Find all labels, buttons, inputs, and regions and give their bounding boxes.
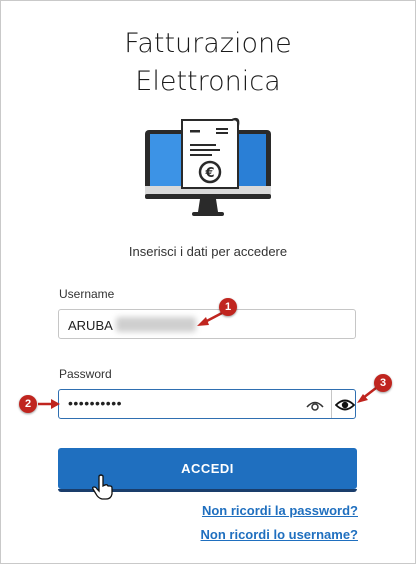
redacted-username — [116, 317, 196, 332]
password-divider — [331, 390, 332, 418]
password-value: •••••••••• — [68, 395, 123, 411]
username-label: Username — [59, 287, 115, 301]
username-field[interactable]: ARUBA — [58, 309, 356, 339]
eye-outline-icon[interactable] — [305, 396, 325, 414]
app-title-line1: Fatturazione — [124, 28, 292, 59]
forgot-username-link[interactable]: Non ricordi lo username? — [201, 527, 358, 542]
hand-cursor-icon — [92, 474, 113, 500]
password-label: Password — [59, 367, 112, 381]
eye-icon[interactable] — [335, 396, 355, 414]
annotation-badge-1: 1 — [219, 298, 237, 316]
svg-text:€: € — [204, 166, 214, 181]
invoice-monitor-illustration: € — [145, 117, 271, 216]
app-title-line2: Elettronica — [135, 66, 281, 97]
annotation-badge-2: 2 — [19, 395, 37, 413]
login-subtitle: Inserisci i dati per accedere — [128, 244, 288, 259]
password-field[interactable]: •••••••••• — [58, 389, 356, 419]
username-value: ARUBA — [68, 318, 113, 333]
forgot-password-link[interactable]: Non ricordi la password? — [202, 503, 358, 518]
annotation-badge-3: 3 — [374, 374, 392, 392]
